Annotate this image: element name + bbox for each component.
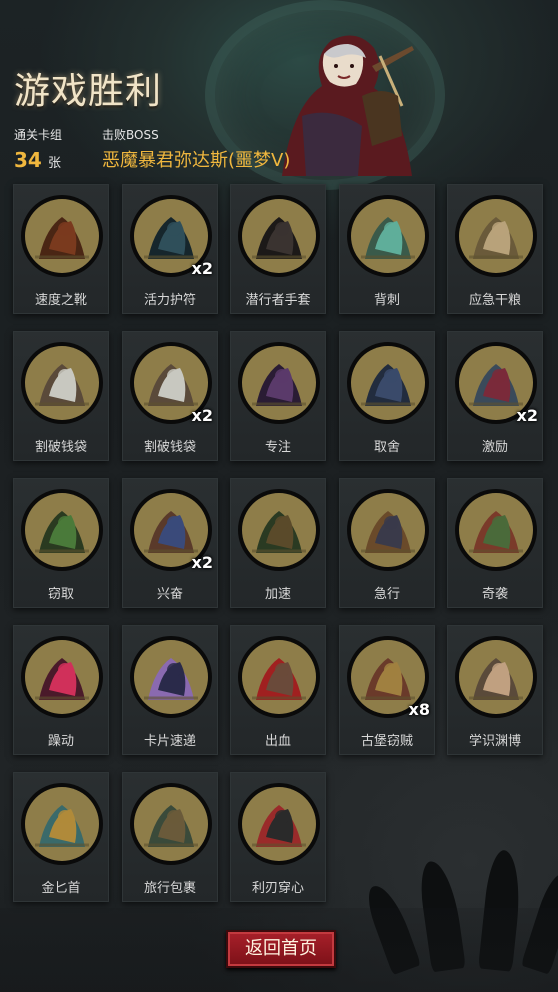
pierce-heart-icon: [242, 787, 316, 861]
card-item[interactable]: 利刃穿心: [230, 772, 326, 902]
card-quantity: x8: [408, 700, 430, 719]
card-item[interactable]: x2 活力护符: [122, 184, 218, 314]
card-medal: [238, 342, 320, 424]
card-item[interactable]: 窃取: [13, 478, 109, 608]
card-quantity: x2: [191, 259, 213, 278]
rush-icon: [351, 493, 425, 567]
return-home-button[interactable]: 返回首页: [226, 930, 336, 968]
card-name: 躁动: [47, 734, 74, 749]
card-quantity: x2: [191, 406, 213, 425]
card-item[interactable]: 速度之靴: [13, 184, 109, 314]
focus-icon: [242, 346, 316, 420]
card-medal: [455, 195, 537, 277]
card-name: 古堡窃贼: [360, 734, 413, 749]
rations-icon: [459, 199, 533, 273]
card-name: 窃取: [47, 587, 74, 602]
cards-count-value: 34: [14, 148, 42, 172]
card-name: 速度之靴: [34, 293, 87, 308]
card-medal: [347, 489, 429, 571]
card-medal: [21, 195, 103, 277]
card-name: 兴奋: [156, 587, 183, 602]
card-name: 加速: [264, 587, 291, 602]
boss-name: 恶魔暴君弥达斯(噩梦V): [102, 150, 291, 171]
card-name: 出血: [264, 734, 291, 749]
card-item[interactable]: x8 古堡窃贼: [339, 625, 435, 755]
card-medal: [455, 636, 537, 718]
card-item[interactable]: 学识渊博: [447, 625, 543, 755]
card-name: 金匕首: [41, 881, 81, 896]
page-title: 游戏胜利: [14, 71, 163, 112]
card-item[interactable]: 奇袭: [447, 478, 543, 608]
card-express-icon: [134, 640, 208, 714]
card-item[interactable]: 躁动: [13, 625, 109, 755]
card-quantity: x2: [516, 406, 538, 425]
card-item[interactable]: 出血: [230, 625, 326, 755]
card-name: 活力护符: [143, 293, 196, 308]
boss-label: 击败BOSS: [102, 128, 159, 142]
travel-pack-icon: [134, 787, 208, 861]
card-item[interactable]: 割破钱袋: [13, 331, 109, 461]
card-item[interactable]: x2 兴奋: [122, 478, 218, 608]
card-quantity: x2: [191, 553, 213, 572]
card-medal: [130, 783, 212, 865]
card-medal: [238, 489, 320, 571]
backstab-icon: [351, 199, 425, 273]
card-medal: [21, 783, 103, 865]
steal-icon: [25, 493, 99, 567]
card-item[interactable]: 急行: [339, 478, 435, 608]
card-name: 利刃穿心: [251, 881, 304, 896]
card-name: 学识渊博: [468, 734, 521, 749]
card-name: 割破钱袋: [34, 440, 87, 455]
card-item[interactable]: 加速: [230, 478, 326, 608]
card-name: 旅行包裹: [143, 881, 196, 896]
scholar-icon: [459, 640, 533, 714]
card-medal: [347, 195, 429, 277]
cut-purse-icon: [25, 346, 99, 420]
cards-count-label: 通关卡组: [14, 128, 63, 142]
card-item[interactable]: 卡片速递: [122, 625, 218, 755]
card-medal: [238, 783, 320, 865]
card-item[interactable]: x2 激励: [447, 331, 543, 461]
cards-count-unit: 张: [48, 156, 62, 171]
card-name: 专注: [264, 440, 291, 455]
haste-icon: [242, 493, 316, 567]
card-medal: [238, 195, 320, 277]
card-item[interactable]: 专注: [230, 331, 326, 461]
tradeoff-icon: [351, 346, 425, 420]
bleed-icon: [242, 640, 316, 714]
card-item[interactable]: 金匕首: [13, 772, 109, 902]
card-name: 奇袭: [481, 587, 508, 602]
card-grid: 速度之靴 x2 活力护符 潜行者手套 背刺 应急干粮割破钱袋 x2 割破钱袋 专注 取舍 x2 激励窃…: [13, 184, 549, 904]
card-item[interactable]: x2 割破钱袋: [122, 331, 218, 461]
glove-icon: [242, 199, 316, 273]
card-name: 取舍: [373, 440, 400, 455]
card-name: 急行: [373, 587, 400, 602]
card-name: 割破钱袋: [143, 440, 196, 455]
card-medal: [347, 342, 429, 424]
card-medal: [21, 342, 103, 424]
card-name: 背刺: [373, 293, 400, 308]
ambush-icon: [459, 493, 533, 567]
card-medal: [130, 636, 212, 718]
card-name: 卡片速递: [143, 734, 196, 749]
card-item[interactable]: 旅行包裹: [122, 772, 218, 902]
card-medal: [455, 489, 537, 571]
card-name: 激励: [481, 440, 508, 455]
card-medal: [238, 636, 320, 718]
golden-dagger-icon: [25, 787, 99, 861]
card-name: 潜行者手套: [245, 293, 311, 308]
card-medal: [21, 636, 103, 718]
card-name: 应急干粮: [468, 293, 521, 308]
frenzy-icon: [25, 640, 99, 714]
card-item[interactable]: 潜行者手套: [230, 184, 326, 314]
card-item[interactable]: 应急干粮: [447, 184, 543, 314]
card-medal: [21, 489, 103, 571]
card-item[interactable]: 背刺: [339, 184, 435, 314]
boots-icon: [25, 199, 99, 273]
card-item[interactable]: 取舍: [339, 331, 435, 461]
